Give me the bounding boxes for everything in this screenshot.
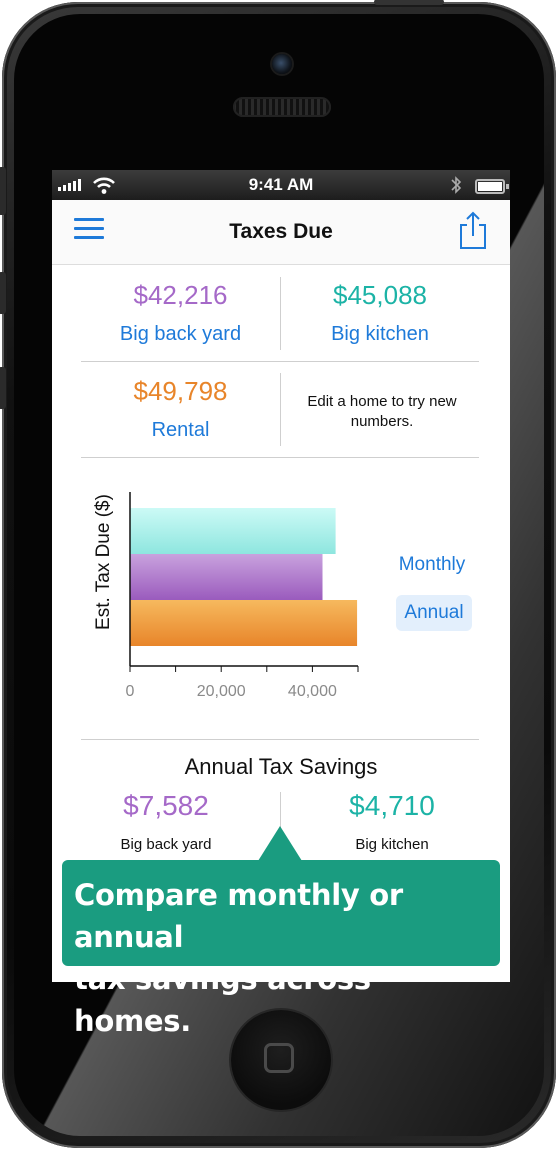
volume-down-button — [0, 367, 6, 409]
status-bar: 9:41 AM — [52, 170, 510, 200]
x-tick-label: 20,000 — [197, 683, 246, 700]
volume-up-button — [0, 272, 6, 314]
x-tick-label: 40,000 — [288, 683, 337, 700]
front-camera — [272, 54, 292, 74]
earpiece-speaker — [233, 97, 331, 117]
sleep-button — [374, 0, 444, 5]
monthly-toggle[interactable]: Monthly — [392, 549, 472, 581]
share-button[interactable] — [456, 210, 490, 250]
annual-toggle[interactable]: Annual — [396, 595, 472, 631]
divider — [81, 739, 479, 740]
status-time: 9:41 AM — [248, 175, 314, 194]
edit-hint: Edit a home to try new numbers. — [307, 393, 457, 430]
home-amount: $49,798 — [133, 376, 228, 406]
share-icon — [460, 211, 486, 249]
mute-switch — [0, 167, 6, 215]
divider — [81, 361, 479, 362]
bar-big-kitchen — [130, 508, 336, 554]
y-axis-label: Est. Tax Due ($) — [93, 494, 114, 630]
callout-pointer — [258, 826, 302, 861]
saving-amount: $4,710 — [349, 790, 435, 821]
saving-amount: $7,582 — [123, 790, 209, 821]
callout-line-2: tax savings across homes. — [74, 962, 371, 1038]
navigation-bar: Taxes Due — [52, 200, 510, 265]
home-name[interactable]: Rental — [81, 419, 280, 442]
saving-home-name: Big kitchen — [355, 836, 429, 853]
home-card-2[interactable]: $45,088 Big kitchen — [281, 280, 479, 346]
home-name[interactable]: Big back yard — [81, 323, 280, 346]
saving-home-name: Big back yard — [120, 836, 212, 853]
callout-line-1: Compare monthly or annual — [74, 878, 403, 954]
savings-title: Annual Tax Savings — [184, 754, 378, 779]
home-square-icon — [264, 1043, 294, 1073]
feature-callout: Compare monthly or annual tax savings ac… — [62, 860, 500, 1038]
home-card-3[interactable]: $49,798 Rental — [81, 376, 280, 442]
home-amount: $45,088 — [333, 280, 427, 310]
divider — [81, 457, 479, 458]
bar-rental — [130, 600, 358, 646]
battery-icon — [475, 179, 509, 194]
bar-big-back-yard — [130, 554, 323, 600]
bluetooth-icon — [451, 176, 462, 194]
home-name[interactable]: Big kitchen — [281, 323, 479, 346]
page-title: Taxes Due — [229, 220, 333, 243]
home-card-1[interactable]: $42,216 Big back yard — [81, 280, 280, 346]
home-amount: $42,216 — [133, 280, 228, 310]
divider — [280, 373, 281, 446]
x-tick-label: 0 — [126, 683, 135, 700]
